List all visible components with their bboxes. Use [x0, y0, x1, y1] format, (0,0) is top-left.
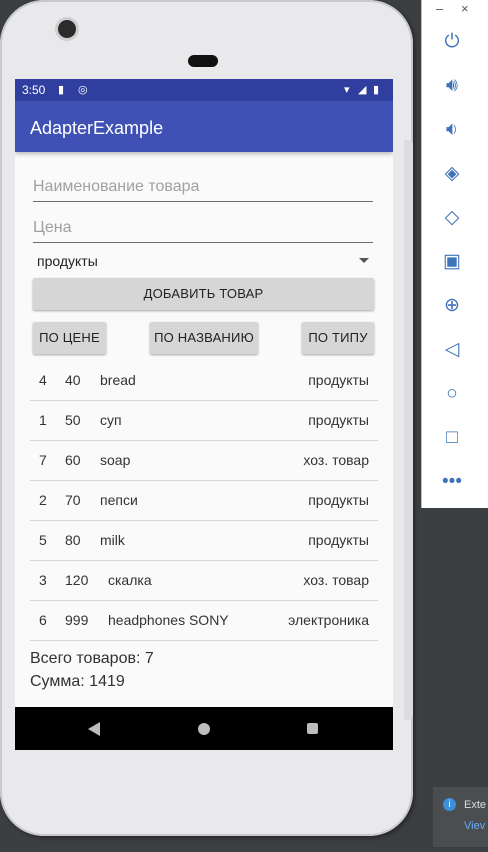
item-price: 80 [65, 532, 81, 548]
price-input[interactable] [33, 214, 373, 243]
item-price: 40 [65, 372, 81, 388]
item-id: 5 [39, 532, 47, 548]
product-row[interactable]: 4 40 bread продукты [30, 361, 378, 401]
item-type: хоз. товар [303, 572, 369, 588]
item-name: headphones SONY [108, 612, 229, 628]
nav-recents-icon[interactable] [307, 723, 318, 734]
item-id: 2 [39, 492, 47, 508]
item-type: продукты [308, 492, 369, 508]
dropdown-arrow-icon [359, 258, 369, 263]
info-icon: i [443, 798, 456, 811]
more-icon[interactable]: ••• [439, 469, 465, 495]
emulator-device-frame: 3:50 ▮ ◎ ▾ ◢ ▮ AdapterExample продукты Д… [0, 0, 413, 836]
notification-link[interactable]: Viev [464, 820, 485, 832]
add-product-button[interactable]: ДОБАВИТЬ ТОВАР [33, 278, 374, 310]
item-name: скалка [108, 572, 152, 588]
item-id: 3 [39, 572, 47, 588]
product-row[interactable]: 6 999 headphones SONY электроника [30, 601, 378, 641]
item-type: хоз. товар [303, 452, 369, 468]
wifi-icon: ▾ [344, 84, 350, 96]
item-id: 4 [39, 372, 47, 388]
close-button[interactable]: × [461, 1, 469, 16]
item-name: bread [100, 372, 136, 388]
nav-home-icon[interactable] [198, 723, 210, 735]
sort-by-name-button[interactable]: ПО НАЗВАНИЮ [150, 322, 258, 354]
item-type: продукты [308, 412, 369, 428]
notification-title: Exte [464, 799, 487, 811]
sort-by-price-button[interactable]: ПО ЦЕНЕ [33, 322, 106, 354]
sort-by-type-button[interactable]: ПО ТИПУ [302, 322, 374, 354]
item-id: 7 [39, 452, 47, 468]
item-name: soap [100, 452, 131, 468]
volume-up-icon[interactable]: 🔊︎ [439, 73, 465, 99]
total-items-label: Всего товаров: 7 [30, 650, 154, 667]
product-row[interactable]: 2 70 пепси продукты [30, 481, 378, 521]
item-id: 1 [39, 412, 47, 428]
item-price: 999 [65, 612, 89, 628]
battery-icon: ▮ [373, 84, 380, 96]
category-spinner[interactable]: продукты [33, 250, 373, 272]
item-price: 70 [65, 492, 81, 508]
category-selected-value: продукты [37, 253, 98, 269]
earpiece-speaker [188, 55, 218, 67]
item-name: пепси [100, 492, 138, 508]
camera-icon[interactable]: ▣ [439, 249, 465, 275]
nav-back-icon[interactable] [88, 722, 100, 736]
product-row[interactable]: 7 60 soap хоз. товар [30, 441, 378, 481]
emulator-toolbar: – × ⏻ 🔊︎ 🔉︎ ◈ ◇ ▣ ⊕ ◁ ○ □ ••• [421, 0, 488, 508]
status-time: 3:50 [22, 83, 46, 97]
minimize-button[interactable]: – [436, 1, 443, 16]
app-title: AdapterExample [30, 118, 164, 138]
item-price: 120 [65, 572, 89, 588]
signal-icon: ◢ [358, 84, 367, 96]
item-type: продукты [308, 372, 369, 388]
zoom-icon[interactable]: ⊕ [439, 293, 465, 319]
item-price: 60 [65, 452, 81, 468]
device-side-edge [404, 140, 413, 720]
status-bar: 3:50 ▮ ◎ ▾ ◢ ▮ [15, 79, 393, 101]
back-icon[interactable]: ◁ [439, 337, 465, 363]
rotate-left-icon[interactable]: ◈ [439, 161, 465, 187]
product-name-input[interactable] [33, 173, 373, 202]
device-screen: 3:50 ▮ ◎ ▾ ◢ ▮ AdapterExample продукты Д… [15, 79, 393, 750]
product-row[interactable]: 1 50 суп продукты [30, 401, 378, 441]
ide-notification[interactable]: i Exte Viev [433, 787, 488, 847]
sd-card-icon: ▮ [58, 84, 65, 96]
power-icon[interactable]: ⏻ [439, 29, 465, 55]
item-name: milk [100, 532, 125, 548]
overview-icon[interactable]: □ [439, 425, 465, 451]
volume-down-icon[interactable]: 🔉︎ [439, 117, 465, 143]
item-id: 6 [39, 612, 47, 628]
item-name: суп [100, 412, 122, 428]
app-bar: AdapterExample [15, 101, 393, 152]
home-icon[interactable]: ○ [439, 381, 465, 407]
front-camera [58, 20, 76, 38]
product-row[interactable]: 5 80 milk продукты [30, 521, 378, 561]
item-type: продукты [308, 532, 369, 548]
item-type: электроника [288, 612, 369, 628]
rotate-right-icon[interactable]: ◇ [439, 205, 465, 231]
item-price: 50 [65, 412, 81, 428]
navigation-bar [15, 707, 393, 750]
product-list: 4 40 bread продукты 1 50 суп продукты 7 … [30, 361, 378, 641]
product-row[interactable]: 3 120 скалка хоз. товар [30, 561, 378, 601]
total-sum-label: Сумма: 1419 [30, 673, 125, 690]
sync-icon: ◎ [78, 84, 88, 96]
